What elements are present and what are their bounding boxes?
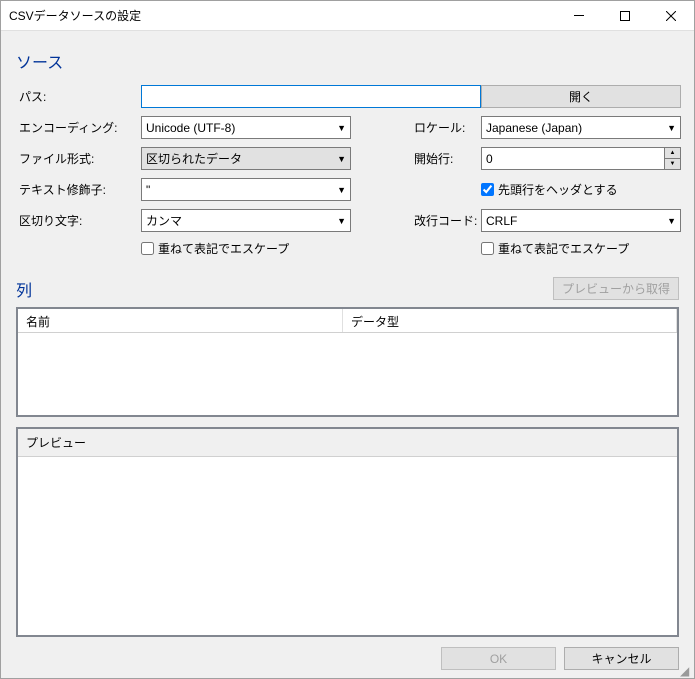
- newline-value: CRLF: [486, 214, 517, 228]
- start-row-stepper[interactable]: ▲▼: [481, 147, 681, 170]
- escape-newline-checkbox[interactable]: 重ねて表記でエスケープ: [481, 240, 681, 257]
- start-row-input[interactable]: [481, 147, 664, 170]
- preview-content: [18, 457, 677, 635]
- dialog-content: ソース パス: 開く エンコーディング: Unicode (UTF-8) ▼ ロケ…: [1, 31, 694, 678]
- delimiter-select[interactable]: カンマ ▼: [141, 209, 351, 232]
- delimiter-value: カンマ: [146, 212, 182, 229]
- escape-delim-box[interactable]: [141, 242, 154, 255]
- start-row-label: 開始行:: [411, 150, 481, 167]
- first-row-header-checkbox[interactable]: 先頭行をヘッダとする: [481, 181, 681, 198]
- chevron-down-icon: ▼: [667, 216, 676, 226]
- chevron-down-icon: ▼: [337, 154, 346, 164]
- newline-select[interactable]: CRLF ▼: [481, 209, 681, 232]
- preview-panel: プレビュー: [16, 427, 679, 637]
- path-input[interactable]: [141, 85, 481, 108]
- close-button[interactable]: [648, 1, 694, 30]
- encoding-label: エンコーディング:: [16, 119, 141, 136]
- encoding-select[interactable]: Unicode (UTF-8) ▼: [141, 116, 351, 139]
- spin-up-icon[interactable]: ▲: [665, 148, 680, 159]
- file-format-label: ファイル形式:: [16, 150, 141, 167]
- escape-delim-checkbox[interactable]: 重ねて表記でエスケープ: [141, 240, 351, 257]
- ok-button: OK: [441, 647, 556, 670]
- chevron-down-icon: ▼: [337, 216, 346, 226]
- path-label: パス:: [16, 88, 141, 105]
- window-title: CSVデータソースの設定: [9, 7, 556, 24]
- columns-header-row: 名前 データ型: [18, 309, 677, 333]
- escape-delim-label: 重ねて表記でエスケープ: [158, 240, 289, 257]
- first-row-header-box[interactable]: [481, 183, 494, 196]
- text-qualifier-value: ": [146, 183, 150, 197]
- delimiter-label: 区切り文字:: [16, 212, 141, 229]
- dialog-footer: OK キャンセル: [16, 637, 679, 670]
- cancel-button[interactable]: キャンセル: [564, 647, 679, 670]
- spin-down-icon[interactable]: ▼: [665, 159, 680, 169]
- minimize-button[interactable]: [556, 1, 602, 30]
- preview-label: プレビュー: [18, 429, 677, 457]
- locale-value: Japanese (Japan): [486, 121, 582, 135]
- columns-table: 名前 データ型: [16, 307, 679, 417]
- maximize-button[interactable]: [602, 1, 648, 30]
- newline-label: 改行コード:: [411, 212, 481, 229]
- get-from-preview-button: プレビューから取得: [553, 277, 679, 300]
- file-format-select[interactable]: 区切られたデータ ▼: [141, 147, 351, 170]
- text-qualifier-label: テキスト修飾子:: [16, 181, 141, 198]
- escape-newline-box[interactable]: [481, 242, 494, 255]
- chevron-down-icon: ▼: [337, 185, 346, 195]
- chevron-down-icon: ▼: [337, 123, 346, 133]
- source-form: パス: 開く エンコーディング: Unicode (UTF-8)▼ ロケール: …: [16, 85, 679, 257]
- columns-section-title: 列: [16, 277, 553, 301]
- locale-select[interactable]: Japanese (Japan) ▼: [481, 116, 681, 139]
- source-section-title: ソース: [16, 49, 679, 73]
- window-controls: [556, 1, 694, 30]
- chevron-down-icon: ▼: [667, 123, 676, 133]
- titlebar: CSVデータソースの設定: [1, 1, 694, 31]
- column-header-name[interactable]: 名前: [18, 309, 343, 332]
- escape-newline-label: 重ねて表記でエスケープ: [498, 240, 629, 257]
- locale-label: ロケール:: [411, 119, 481, 136]
- encoding-value: Unicode (UTF-8): [146, 121, 235, 135]
- file-format-value: 区切られたデータ: [146, 150, 242, 167]
- text-qualifier-select[interactable]: "▼: [141, 178, 351, 201]
- first-row-header-label: 先頭行をヘッダとする: [498, 181, 618, 198]
- column-header-type[interactable]: データ型: [343, 309, 677, 332]
- open-button[interactable]: 開く: [481, 85, 681, 108]
